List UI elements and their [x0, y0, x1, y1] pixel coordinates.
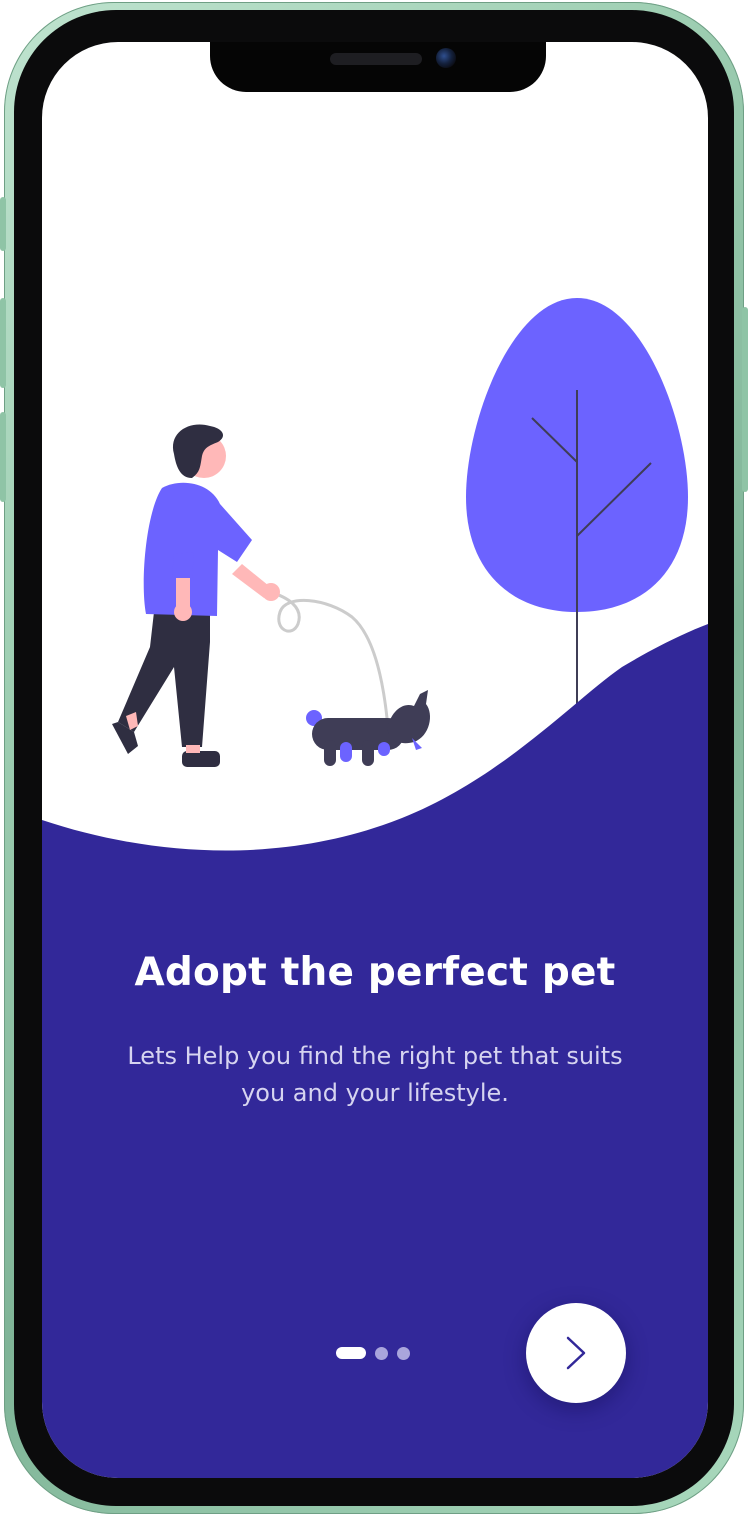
volume-up-button [0, 298, 6, 388]
page-indicator [336, 1346, 410, 1360]
power-button [742, 307, 748, 492]
leash [268, 590, 389, 720]
page-dot-3[interactable] [397, 1346, 410, 1360]
earpiece-speaker [330, 53, 422, 65]
onboarding-subtitle: Lets Help you find the right pet that su… [127, 1042, 623, 1107]
dog-illustration [306, 690, 430, 766]
phone-frame: Adopt the perfect pet Lets Help you find… [0, 2, 748, 1514]
onboarding-title: Adopt the perfect pet [134, 950, 616, 995]
page-dot-1-active[interactable] [336, 1347, 366, 1359]
illustration-man-walking-dog [42, 298, 708, 1478]
person-illustration [112, 424, 280, 767]
notch [210, 42, 546, 92]
front-camera [436, 48, 456, 68]
onboarding-screen: Adopt the perfect pet Lets Help you find… [42, 42, 708, 1478]
chevron-right-icon [566, 1336, 586, 1370]
volume-down-button [0, 412, 6, 502]
page-dot-2[interactable] [375, 1346, 388, 1360]
next-button[interactable] [526, 1303, 626, 1403]
mute-switch [0, 197, 6, 251]
